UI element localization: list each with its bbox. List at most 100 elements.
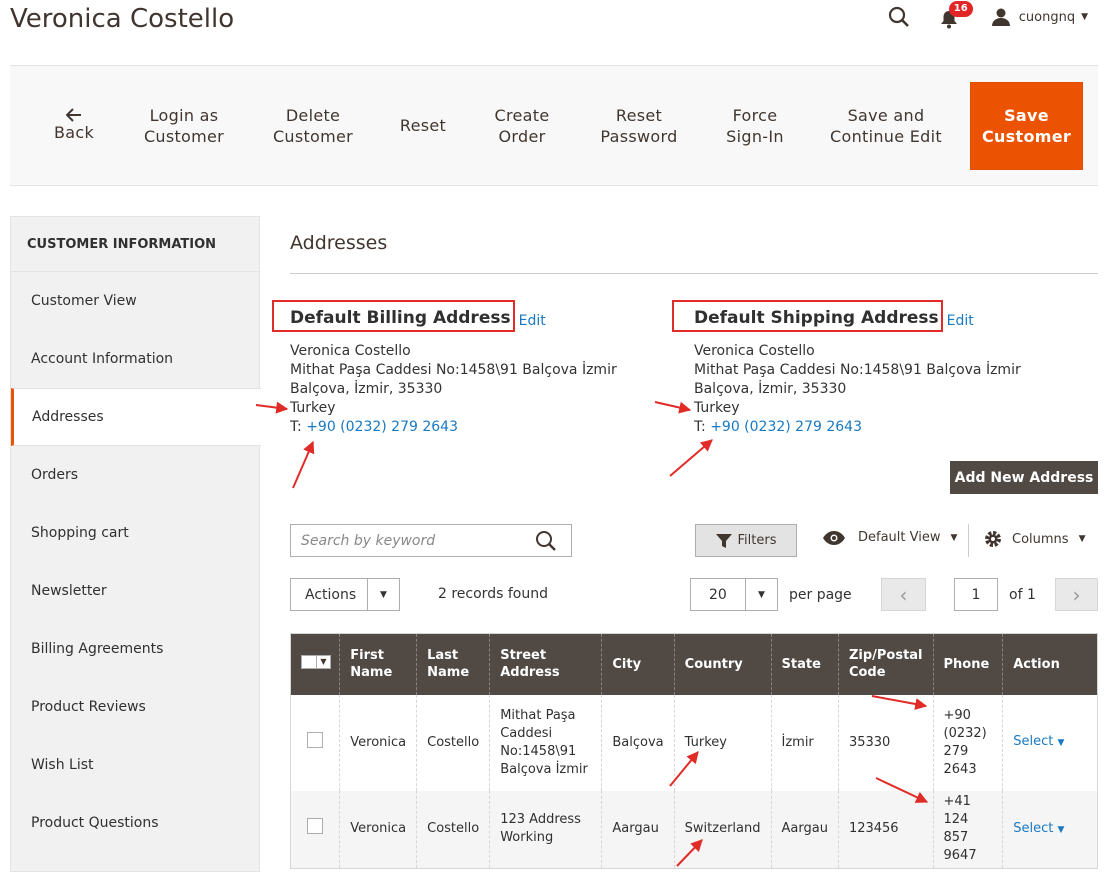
page-actions-bar: Back Login as Customer Delete Customer R… <box>10 65 1098 186</box>
cell-first-name: Veronica <box>339 694 417 791</box>
shipping-country: Turkey <box>694 400 740 416</box>
col-zip[interactable]: Zip/Postal Code <box>837 633 934 695</box>
billing-name: Veronica Costello <box>290 343 411 359</box>
save-customer-button[interactable]: Save Customer <box>970 82 1083 170</box>
create-order-button[interactable]: Create Order <box>480 66 564 185</box>
billing-edit-link[interactable]: Edit <box>519 313 546 329</box>
current-page-input[interactable] <box>954 578 998 611</box>
per-page-label: per page <box>789 587 852 603</box>
sidebar-item-billing-agreements[interactable]: Billing Agreements <box>11 620 259 678</box>
chevron-down-icon: ▼ <box>745 579 777 610</box>
back-button[interactable]: Back <box>38 66 110 185</box>
row-select-action[interactable]: Select ▼ <box>1002 790 1098 869</box>
view-switcher[interactable]: Default View ▼ <box>822 530 957 545</box>
arrow-left-icon <box>66 108 81 122</box>
notifications-bell-icon[interactable]: 16 <box>940 1 973 29</box>
save-and-continue-button[interactable]: Save and Continue Edit <box>828 66 944 185</box>
search-input[interactable] <box>301 532 531 549</box>
col-street-address[interactable]: Street Address <box>489 633 602 695</box>
chevron-down-icon: ▼ <box>367 579 399 610</box>
row-checkbox[interactable] <box>307 818 324 835</box>
billing-phone-link[interactable]: +90 (0232) 279 2643 <box>306 419 458 435</box>
cell-street: Mithat Paşa Caddesi No:1458\91 Balçova İ… <box>489 694 602 791</box>
sidebar-item-account-information[interactable]: Account Information <box>11 330 259 388</box>
search-icon[interactable] <box>535 530 557 556</box>
shipping-street: Mithat Paşa Caddesi No:1458\91 Balçova İ… <box>694 362 1021 378</box>
reset-button[interactable]: Reset <box>390 66 456 185</box>
sidebar-item-shopping-cart[interactable]: Shopping cart <box>11 504 259 562</box>
header-actions: 16 cuongnq ▼ <box>887 1 1088 30</box>
cell-country: Switzerland <box>673 790 771 869</box>
chevron-down-icon: ▼ <box>317 654 331 669</box>
section-title: Addresses <box>290 232 388 254</box>
login-as-customer-button[interactable]: Login as Customer <box>132 66 236 185</box>
cell-phone: +41 124 857 9647 <box>932 790 1003 869</box>
mass-select-header: ▼ <box>290 633 340 695</box>
next-page-button[interactable]: › <box>1055 578 1098 611</box>
filters-button[interactable]: Filters <box>695 524 797 557</box>
shipping-address-title: Default Shipping Address <box>672 300 943 332</box>
cell-last-name: Costello <box>416 790 490 869</box>
gear-icon <box>985 531 1001 547</box>
sidebar-item-product-reviews[interactable]: Product Reviews <box>11 678 259 736</box>
cell-state: İzmir <box>770 694 839 791</box>
sidebar-item-newsletter[interactable]: Newsletter <box>11 562 259 620</box>
force-sign-in-button[interactable]: Force Sign-In <box>714 66 796 185</box>
columns-button[interactable]: Columns ▼ <box>984 530 1085 548</box>
col-country[interactable]: Country <box>673 633 771 695</box>
reset-password-button[interactable]: Reset Password <box>586 66 692 185</box>
section-divider <box>290 273 1098 274</box>
cell-state: Aargau <box>770 790 839 869</box>
notifications-count-badge: 16 <box>948 1 973 17</box>
sidebar-item-addresses[interactable]: Addresses <box>11 388 261 446</box>
funnel-icon <box>715 533 732 548</box>
col-city[interactable]: City <box>601 633 675 695</box>
shipping-phone-prefix: T: <box>694 419 706 435</box>
keyword-search <box>290 524 572 557</box>
chevron-right-icon: › <box>1072 582 1081 607</box>
col-first-name[interactable]: First Name <box>339 633 417 695</box>
eye-icon <box>823 530 845 545</box>
shipping-name: Veronica Costello <box>694 343 815 359</box>
mass-actions-select[interactable]: Actions ▼ <box>290 578 400 611</box>
cell-zip: 35330 <box>837 694 934 791</box>
page-title: Veronica Costello <box>10 4 235 34</box>
table-row: Veronica Costello 123 Address Working Aa… <box>290 790 1098 869</box>
global-search-icon[interactable] <box>887 5 911 29</box>
cell-city: Aargau <box>601 790 675 869</box>
annotation-arrow <box>669 439 713 477</box>
col-action: Action <box>1002 633 1098 695</box>
mass-select-checkbox[interactable]: ▼ <box>301 654 331 669</box>
billing-address-title: Default Billing Address <box>272 300 515 332</box>
row-select-action[interactable]: Select ▼ <box>1002 694 1098 791</box>
records-count: 2 records found <box>438 586 548 602</box>
view-label: Default View <box>858 530 941 545</box>
grid-header-row: ▼ First Name Last Name Street Address Ci… <box>290 633 1098 695</box>
delete-customer-button[interactable]: Delete Customer <box>260 66 366 185</box>
user-account-menu[interactable]: cuongnq ▼ <box>991 7 1088 27</box>
sidebar-item-product-questions[interactable]: Product Questions <box>11 794 259 852</box>
billing-phone-prefix: T: <box>290 419 302 435</box>
addresses-grid: ▼ First Name Last Name Street Address Ci… <box>290 633 1098 869</box>
shipping-city-line: Balçova, İzmir, 35330 <box>694 381 847 397</box>
toolbar-divider <box>968 524 969 557</box>
customer-info-sidebar: CUSTOMER INFORMATION Customer View Accou… <box>10 216 261 872</box>
user-icon <box>991 8 1010 26</box>
col-last-name[interactable]: Last Name <box>416 633 490 695</box>
sidebar-item-orders[interactable]: Orders <box>11 446 259 504</box>
per-page-select[interactable]: 20 ▼ <box>690 578 778 611</box>
shipping-edit-link[interactable]: Edit <box>947 313 974 329</box>
annotation-arrow <box>292 440 315 489</box>
sidebar-item-wish-list[interactable]: Wish List <box>11 736 259 794</box>
row-checkbox[interactable] <box>307 731 324 748</box>
cell-last-name: Costello <box>416 694 490 791</box>
sidebar-item-customer-view[interactable]: Customer View <box>11 272 259 330</box>
col-phone[interactable]: Phone <box>932 633 1003 695</box>
previous-page-button[interactable]: ‹ <box>881 578 926 611</box>
shipping-phone-link[interactable]: +90 (0232) 279 2643 <box>710 419 862 435</box>
username-label: cuongnq <box>1018 9 1076 25</box>
col-state[interactable]: State <box>770 633 839 695</box>
total-pages-label: of 1 <box>1009 587 1036 603</box>
chevron-left-icon: ‹ <box>899 582 908 607</box>
add-new-address-button[interactable]: Add New Address <box>950 461 1098 494</box>
